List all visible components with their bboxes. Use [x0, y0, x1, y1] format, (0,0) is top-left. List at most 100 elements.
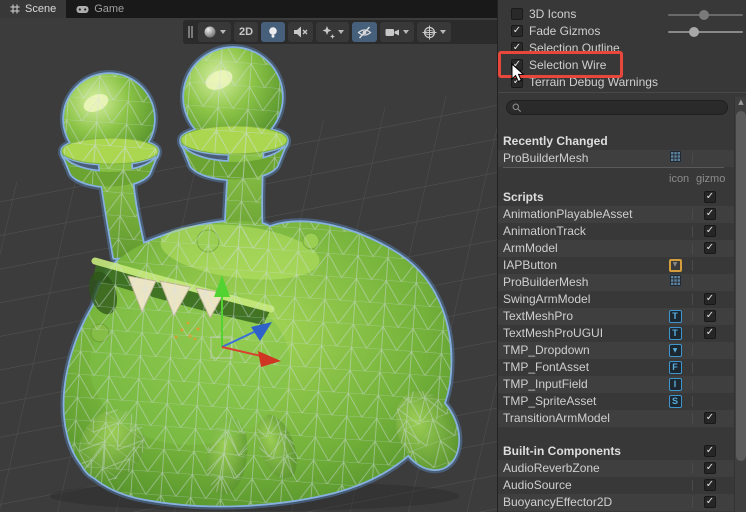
section-header-row[interactable]: Recently Changed — [498, 133, 734, 150]
list-item[interactable]: AnimationPlayableAsset ✓ — [498, 206, 734, 223]
gizmo-checkbox[interactable]: ✓ — [704, 242, 716, 254]
gizmo-checkbox[interactable]: ✓ — [704, 225, 716, 237]
list-item[interactable]: SwingArmModel ✓ — [498, 291, 734, 308]
list-item[interactable]: BuoyancyEffector2D ✓ — [498, 494, 734, 511]
column-separator — [692, 209, 693, 220]
component-name: BuoyancyEffector2D — [503, 495, 613, 509]
icon-slot: S — [667, 394, 683, 409]
gizmo-checkbox[interactable]: ✓ — [704, 293, 716, 305]
scene-grid-icon — [10, 4, 20, 14]
gizmo-checkbox[interactable]: ✓ — [704, 191, 716, 203]
list-item[interactable]: AnimationTrack ✓ — [498, 223, 734, 240]
column-separator — [692, 379, 693, 390]
column-separator — [692, 311, 693, 322]
list-item[interactable]: ProBuilderMesh — [498, 273, 734, 292]
icon-slot: T — [667, 326, 683, 341]
panel-scrollbar[interactable]: ▲ — [734, 97, 746, 512]
gizmos-selector-button[interactable] — [417, 22, 452, 42]
gizmo-checkbox[interactable]: ✓ — [704, 327, 716, 339]
component-name: AnimationTrack — [503, 224, 586, 238]
gizmo-option-row[interactable]: ✓ Fade Gizmos — [498, 23, 746, 40]
slider-track[interactable] — [668, 10, 743, 20]
component-name: ArmModel — [503, 241, 558, 255]
gizmos-searchbox[interactable] — [506, 100, 728, 115]
component-name: AudioReverbZone — [503, 461, 600, 475]
list-item[interactable]: TransitionArmModel ✓ — [498, 410, 734, 427]
search-icon — [512, 103, 522, 113]
gizmo-checkbox[interactable]: ✓ — [704, 445, 716, 457]
list-item[interactable]: AudioSource ✓ — [498, 477, 734, 494]
audio-toggle-button[interactable] — [288, 22, 314, 42]
probuilder-grid-icon — [668, 149, 682, 168]
slider-knob[interactable] — [699, 10, 709, 20]
tab-scene[interactable]: Scene — [0, 0, 67, 18]
component-name: TMP_InputField — [503, 377, 588, 391]
scrollbar-up-arrow-icon[interactable]: ▲ — [735, 98, 746, 106]
toolbar-drag-handle[interactable] — [188, 26, 193, 38]
icon-slot: ▼ — [667, 258, 683, 273]
component-name: ProBuilderMesh — [503, 151, 589, 165]
column-header-gizmo: gizmo — [696, 173, 726, 185]
column-separator — [692, 243, 693, 254]
list-item[interactable]: IAPButton ▼ — [498, 257, 734, 274]
column-separator — [692, 463, 693, 474]
column-separator — [692, 480, 693, 491]
column-separator — [692, 413, 693, 424]
chevron-down-icon — [338, 30, 345, 34]
probuilder-grid-icon — [668, 273, 682, 292]
slider-knob[interactable] — [689, 27, 700, 37]
icon-slot — [667, 273, 683, 292]
checkbox[interactable] — [511, 8, 523, 20]
gizmo-checkbox[interactable]: ✓ — [704, 412, 716, 424]
scene-viewport[interactable]: 2D — [0, 18, 497, 512]
gizmo-checkbox[interactable]: ✓ — [704, 496, 716, 508]
option-label: Fade Gizmos — [529, 24, 601, 38]
gizmos-search-input[interactable] — [523, 101, 723, 114]
effects-toggle-button[interactable] — [316, 22, 350, 42]
scene-toolbar: 2D — [183, 20, 497, 44]
gizmo-checkbox[interactable]: ✓ — [704, 479, 716, 491]
camera-toggle-button[interactable] — [380, 22, 415, 42]
component-name: AudioSource — [503, 478, 572, 492]
tmp-letter-T-icon: T — [668, 310, 682, 323]
column-headers: icon gizmo — [498, 167, 734, 189]
list-item[interactable]: TMP_Dropdown ▼ — [498, 342, 734, 359]
tab-game-label: Game — [94, 3, 125, 15]
effects-sparkle-icon — [322, 25, 336, 39]
column-separator — [692, 497, 693, 508]
list-item[interactable]: TextMeshPro T ✓ — [498, 308, 734, 325]
list-item[interactable]: ArmModel ✓ — [498, 240, 734, 257]
tab-game[interactable]: Game — [66, 0, 134, 18]
column-separator — [692, 396, 693, 407]
section-header-row[interactable]: Built-in Components ✓ — [498, 443, 734, 460]
list-item[interactable]: ProBuilderMesh — [498, 149, 734, 168]
shading-mode-button[interactable] — [198, 22, 231, 42]
component-name: AnimationPlayableAsset — [503, 207, 633, 221]
gizmo-option-row[interactable]: 3D Icons — [498, 6, 746, 23]
checkbox[interactable]: ✓ — [511, 25, 523, 37]
gizmo-checkbox[interactable]: ✓ — [704, 310, 716, 322]
lighting-toggle-button[interactable] — [261, 22, 286, 42]
gizmo-checkbox[interactable]: ✓ — [704, 462, 716, 474]
list-item[interactable]: AudioReverbZone ✓ — [498, 460, 734, 477]
gizmo-checkbox[interactable]: ✓ — [704, 208, 716, 220]
icon-slot: F — [667, 360, 683, 375]
2d-toggle-button[interactable]: 2D — [234, 22, 259, 42]
gamepad-icon — [76, 5, 89, 13]
column-separator — [692, 153, 693, 164]
section-header-row[interactable]: Scripts ✓ — [498, 189, 734, 206]
list-item[interactable]: TextMeshProUGUI T ✓ — [498, 325, 734, 342]
list-item[interactable]: TMP_SpriteAsset S — [498, 393, 734, 410]
column-separator — [692, 328, 693, 339]
visibility-toggle-button[interactable] — [352, 22, 378, 42]
list-item[interactable]: TMP_InputField I — [498, 376, 734, 393]
tmp-letter-I-icon: I — [668, 378, 682, 391]
icon-slot: ▼ — [667, 343, 683, 358]
list-item[interactable]: TMP_FontAsset F — [498, 359, 734, 376]
scrollbar-thumb[interactable] — [736, 111, 746, 461]
slider-track[interactable] — [668, 27, 743, 37]
icon-slot — [667, 149, 683, 168]
scene-3d-render — [0, 18, 497, 512]
column-separator — [692, 362, 693, 373]
